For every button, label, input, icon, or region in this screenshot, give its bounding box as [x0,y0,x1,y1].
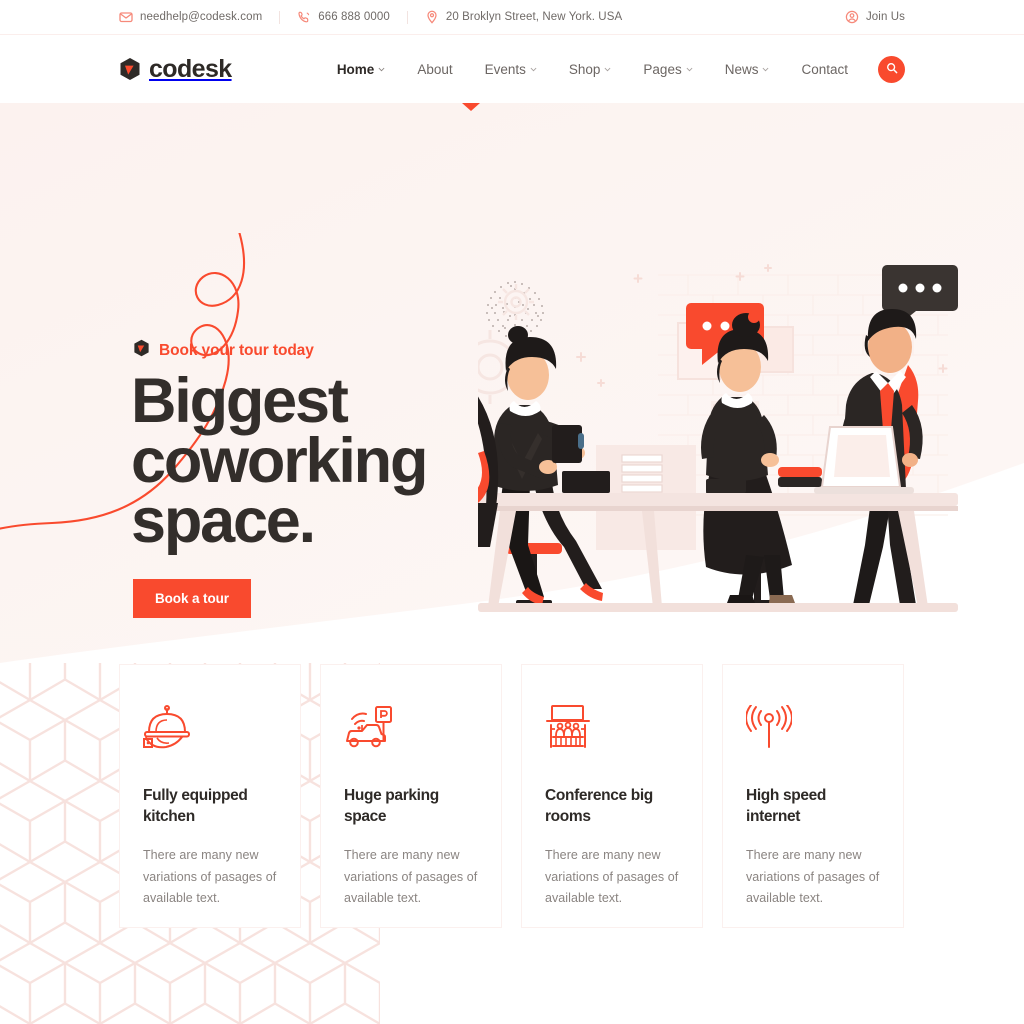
codesk-logo-icon [119,57,141,81]
top-info-bar: needhelp@codesk.com 666 888 0000 20 Brok… [0,0,1024,35]
nav-label-news: News [724,61,759,77]
phone-icon [297,10,311,24]
feature-title-line-1: Conference big [545,787,653,804]
feature-title-line-2: rooms [545,808,591,825]
nav-item-shop[interactable]: Shop [553,62,628,77]
nav-item-about[interactable]: About [401,62,468,77]
topbar-divider-2 [406,10,408,24]
wifi-antenna-icon [746,705,880,751]
hero-section: Book your tour today Biggest coworking s… [0,103,1024,663]
feature-card-description: There are many new variations of pasages… [746,848,880,905]
nav-item-contact[interactable]: Contact [785,62,864,77]
topbar-address-text: 20 Broklyn Street, New York. USA [445,11,623,23]
topbar-phone[interactable]: 666 888 0000 [297,10,390,24]
topbar-contact-group: needhelp@codesk.com 666 888 0000 20 Brok… [119,10,622,24]
feature-title-line-1: Huge parking [344,787,439,804]
serving-tray-icon [143,705,277,751]
logo-link[interactable]: codesk [119,55,232,84]
hero-eyebrow: Book your tour today [133,339,314,362]
chevron-down-icon [530,66,537,73]
feature-card-parking[interactable]: Huge parking space There are many new va… [320,664,502,928]
join-us-label: Join Us [865,11,905,23]
brand-name: codesk [149,54,232,83]
nav-label-about: About [417,61,453,77]
hero-eyebrow-text: Book your tour today [159,341,314,359]
feature-card-title: High speed internet [746,785,880,827]
nav-item-pages[interactable]: Pages [627,62,708,77]
nav-item-news[interactable]: News [709,62,786,77]
site-header: codesk Home About Events Shop Pages News… [0,35,1024,103]
feature-title-line-1: Fully equipped [143,787,248,804]
topbar-join-group: Join Us [845,10,905,24]
topbar-email-text: needhelp@codesk.com [140,11,263,23]
feature-card-internet[interactable]: High speed internet There are many new v… [722,664,904,928]
nav-item-events[interactable]: Events [469,62,553,77]
chevron-down-icon [378,66,385,73]
nav-label-shop: Shop [568,61,601,77]
feature-card-title: Huge parking space [344,785,478,827]
topbar-address: 20 Broklyn Street, New York. USA [425,10,622,24]
feature-card-description: There are many new variations of pasages… [344,848,478,905]
main-nav: Home About Events Shop Pages News Contac… [321,55,905,83]
feature-card-title: Conference big rooms [545,785,679,827]
nav-label-home: Home [336,61,375,77]
hero-title: Biggest coworking space. [131,370,551,553]
nav-label-pages: Pages [643,61,682,77]
location-pin-icon [425,10,439,24]
feature-title-line-2: kitchen [143,808,195,825]
chevron-down-icon [604,66,611,73]
mail-icon [119,10,133,24]
nav-item-home[interactable]: Home [321,62,402,77]
feature-title-line-2: internet [746,808,801,825]
chevron-down-icon [686,66,693,73]
feature-title-line-2: space [344,808,387,825]
feature-card-conference[interactable]: Conference big rooms There are many new … [521,664,703,928]
topbar-email[interactable]: needhelp@codesk.com [119,10,262,24]
book-a-tour-button[interactable]: Book a tour [133,579,251,618]
features-section: Fully equipped kitchen There are many ne… [0,663,1024,1024]
feature-card-kitchen[interactable]: Fully equipped kitchen There are many ne… [119,664,301,928]
hero-title-line-3: space. [131,486,316,556]
parking-car-icon [344,705,478,751]
feature-cards-row: Fully equipped kitchen There are many ne… [0,663,1024,928]
conference-table-icon [545,705,679,751]
nav-label-contact: Contact [801,61,848,77]
join-us-link[interactable]: Join Us [845,10,905,24]
feature-title-line-1: High speed [746,787,827,804]
search-icon [886,62,898,77]
nav-label-events: Events [484,61,526,77]
user-circle-icon [845,10,859,24]
topbar-phone-text: 666 888 0000 [318,11,390,23]
feature-card-title: Fully equipped kitchen [143,785,277,827]
feature-card-description: There are many new variations of pasages… [545,848,679,905]
search-button[interactable] [878,55,905,83]
topbar-divider-1 [279,10,281,24]
codesk-badge-icon [133,339,150,362]
chevron-down-icon [762,66,769,73]
hero-content: Book your tour today Biggest coworking s… [0,103,1024,663]
feature-card-description: There are many new variations of pasages… [143,848,277,905]
